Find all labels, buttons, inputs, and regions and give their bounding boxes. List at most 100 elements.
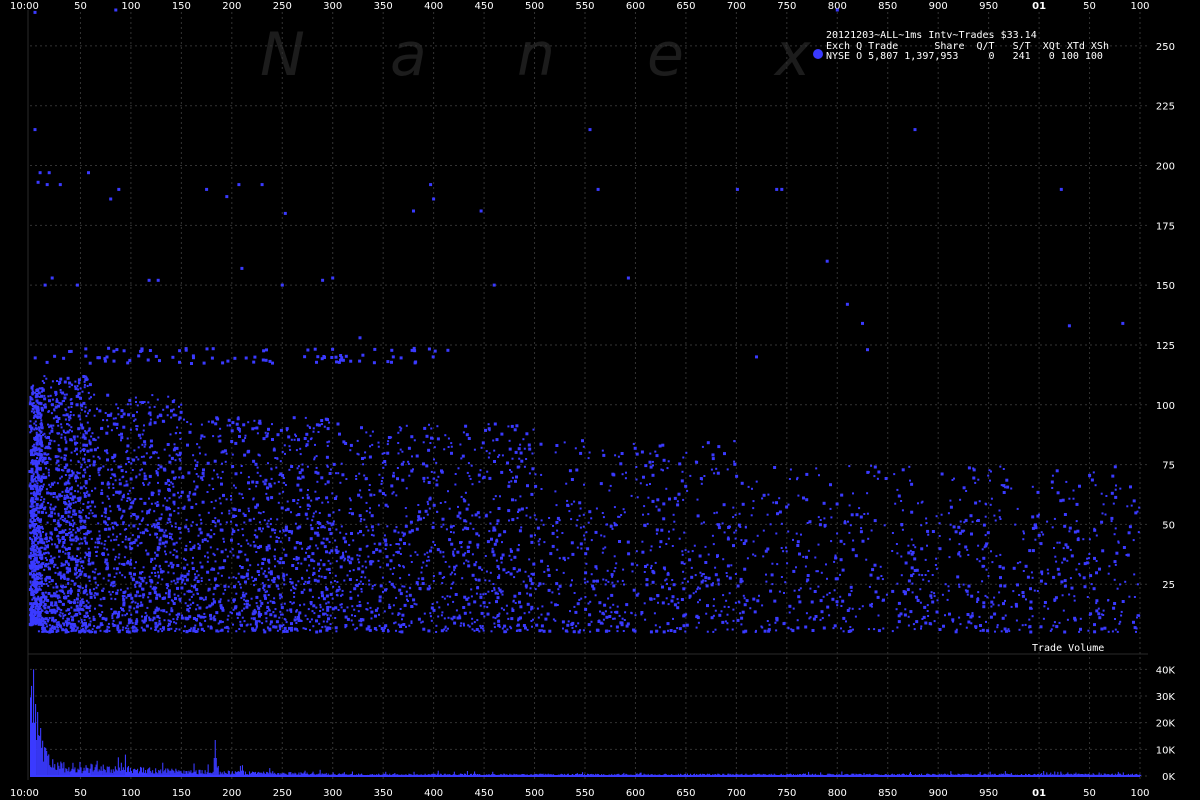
trade-point: [476, 543, 480, 547]
trade-point: [168, 513, 172, 517]
trade-point: [1073, 595, 1076, 598]
trade-point: [659, 540, 663, 544]
trade-point: [430, 546, 433, 549]
trade-point: [570, 503, 573, 506]
trade-point: [165, 592, 167, 595]
trade-point: [625, 471, 627, 474]
trade-point: [923, 605, 927, 609]
y-tick-label: 225: [1156, 102, 1175, 113]
trade-point: [927, 615, 930, 617]
trade-point: [111, 613, 114, 616]
trade-point: [167, 571, 170, 574]
trade-point: [194, 624, 197, 627]
trade-point: [381, 576, 384, 579]
trade-point: [169, 561, 173, 565]
trade-point: [242, 423, 246, 427]
trade-point: [428, 507, 431, 510]
trade-point: [47, 445, 50, 448]
trade-point: [335, 495, 338, 498]
trade-point: [447, 616, 450, 619]
trade-point: [581, 439, 584, 443]
trade-point: [743, 597, 746, 600]
trade-point: [76, 627, 79, 630]
trade-point: [566, 623, 570, 627]
trade-point: [170, 620, 172, 623]
trade-point: [517, 447, 521, 451]
trade-point: [31, 560, 34, 563]
trade-point: [68, 521, 71, 524]
trade-point: [635, 466, 638, 468]
trade-point: [317, 596, 320, 599]
trade-point: [309, 537, 313, 541]
trade-point: [79, 418, 82, 421]
trade-point: [507, 425, 510, 428]
trade-point: [38, 507, 41, 510]
trade-point: [310, 437, 313, 440]
trade-point: [228, 512, 231, 515]
trade-point: [170, 456, 174, 460]
trade-point: [142, 596, 145, 599]
trade-point: [130, 515, 133, 518]
trade-point: [752, 540, 755, 543]
trade-point: [644, 464, 648, 468]
trade-point: [98, 604, 101, 607]
trade-point: [478, 566, 482, 570]
trade-point: [532, 428, 535, 431]
trade-point: [59, 389, 62, 391]
trade-point: [113, 454, 116, 456]
watermark-letter: e: [647, 20, 684, 90]
trade-point: [235, 524, 238, 527]
trade-point: [249, 564, 252, 567]
trade-point: [34, 480, 37, 483]
trade-point: [156, 501, 159, 503]
trade-point: [507, 571, 510, 573]
trade-point: [854, 554, 858, 558]
trade-point: [240, 493, 243, 496]
trade-point: [398, 543, 401, 546]
trade-point: [256, 432, 259, 435]
trade-point: [603, 535, 606, 538]
trade-point: [292, 499, 296, 502]
trade-point: [582, 513, 585, 516]
trade-point: [610, 625, 613, 628]
trade-point: [389, 559, 393, 563]
trade-point: [808, 520, 812, 524]
trade-point: [680, 479, 684, 483]
trade-point: [405, 590, 408, 593]
trade-point: [81, 600, 85, 604]
trade-point: [98, 537, 101, 540]
y-tick-label: 100: [1156, 401, 1175, 412]
trade-point: [269, 535, 272, 538]
trade-point: [977, 544, 980, 547]
trade-point: [107, 468, 110, 471]
trade-point: [48, 399, 51, 403]
trade-point: [435, 631, 438, 633]
trade-point: [280, 606, 284, 610]
trade-point: [213, 459, 217, 463]
trade-point: [98, 613, 101, 616]
trade-point: [133, 572, 136, 576]
trade-point: [353, 608, 356, 611]
trade-point: [293, 592, 296, 594]
trade-point: [95, 555, 98, 557]
trade-point: [329, 606, 332, 609]
trade-point: [68, 589, 71, 592]
trade-point: [516, 570, 519, 573]
trade-point: [83, 485, 86, 488]
trade-point: [112, 548, 115, 551]
trade-point: [497, 455, 500, 458]
trade-point: [148, 411, 152, 415]
trade-point: [92, 460, 96, 464]
trade-point: [473, 629, 476, 632]
trade-point: [749, 607, 752, 610]
trade-point: [447, 446, 450, 448]
trade-point: [82, 474, 85, 478]
trade-point: [173, 443, 176, 446]
trade-point: [79, 613, 82, 615]
trade-point: [579, 451, 583, 455]
trade-point: [364, 560, 367, 563]
trade-point: [368, 455, 372, 459]
trade-point: [241, 497, 244, 499]
trade-point: [706, 604, 709, 608]
trade-point: [649, 483, 651, 485]
